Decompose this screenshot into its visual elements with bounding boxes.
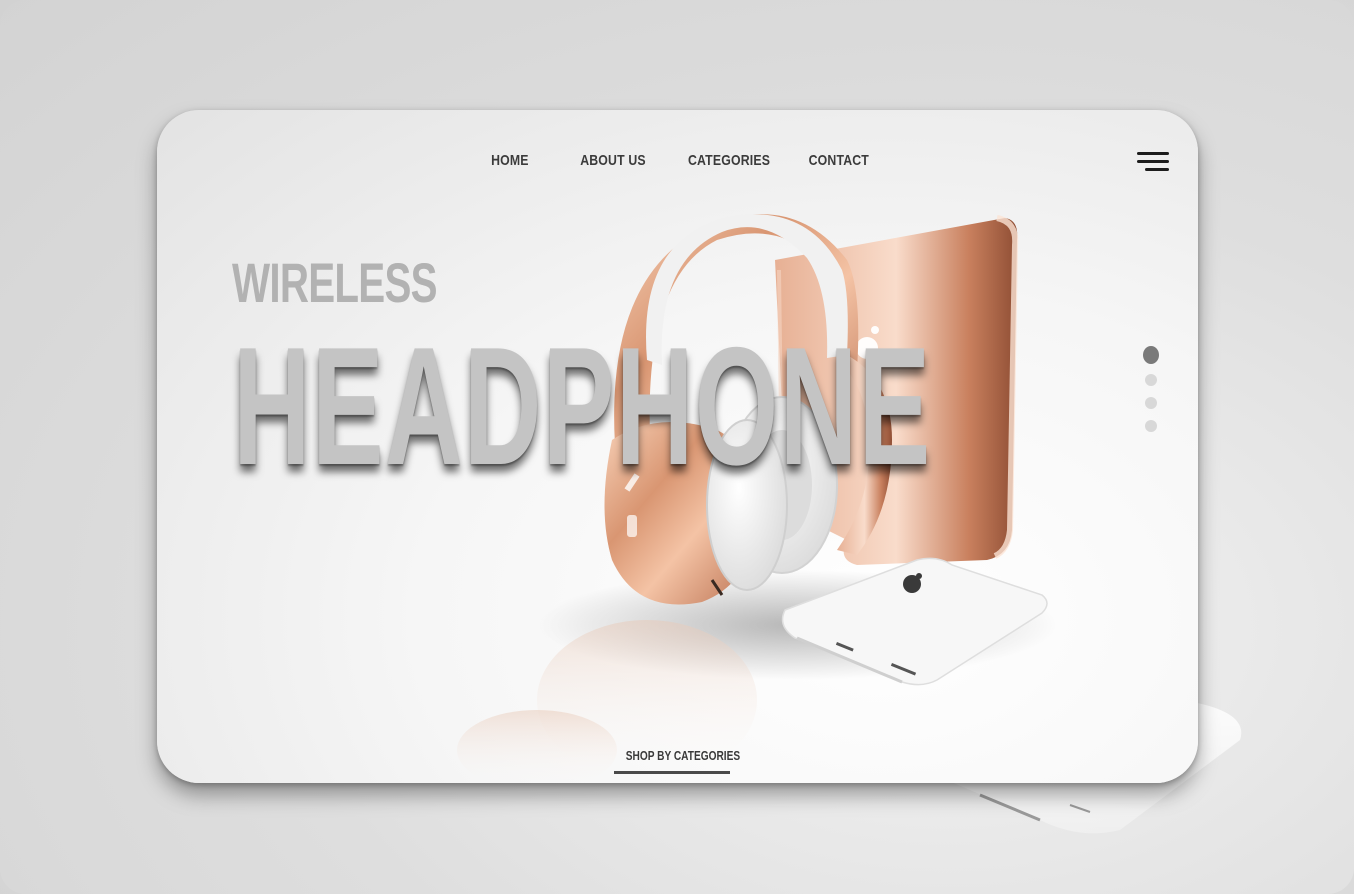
slider-dot-2[interactable]	[1145, 374, 1157, 386]
hero-title: HEADPHONE	[233, 312, 932, 500]
shop-by-categories-button[interactable]: SHOP BY CATEGORIES	[626, 748, 740, 763]
hero-card: WIRELESS HEADPHONE HOME ABOUT US CATEGOR…	[157, 110, 1198, 783]
slider-dot-3[interactable]	[1145, 397, 1157, 409]
slider-dot-1-active[interactable]	[1143, 346, 1159, 364]
nav-about-link[interactable]: ABOUT US	[580, 152, 646, 169]
nav-contact-link[interactable]: CONTACT	[809, 152, 869, 169]
slider-dot-4[interactable]	[1145, 420, 1157, 432]
nav-categories-link[interactable]: CATEGORIES	[688, 152, 770, 169]
hero-subtitle: WIRELESS	[232, 251, 438, 314]
hamburger-menu-icon[interactable]	[1137, 152, 1169, 174]
nav-home-link[interactable]: HOME	[491, 152, 529, 169]
shop-button-underline	[614, 771, 730, 774]
